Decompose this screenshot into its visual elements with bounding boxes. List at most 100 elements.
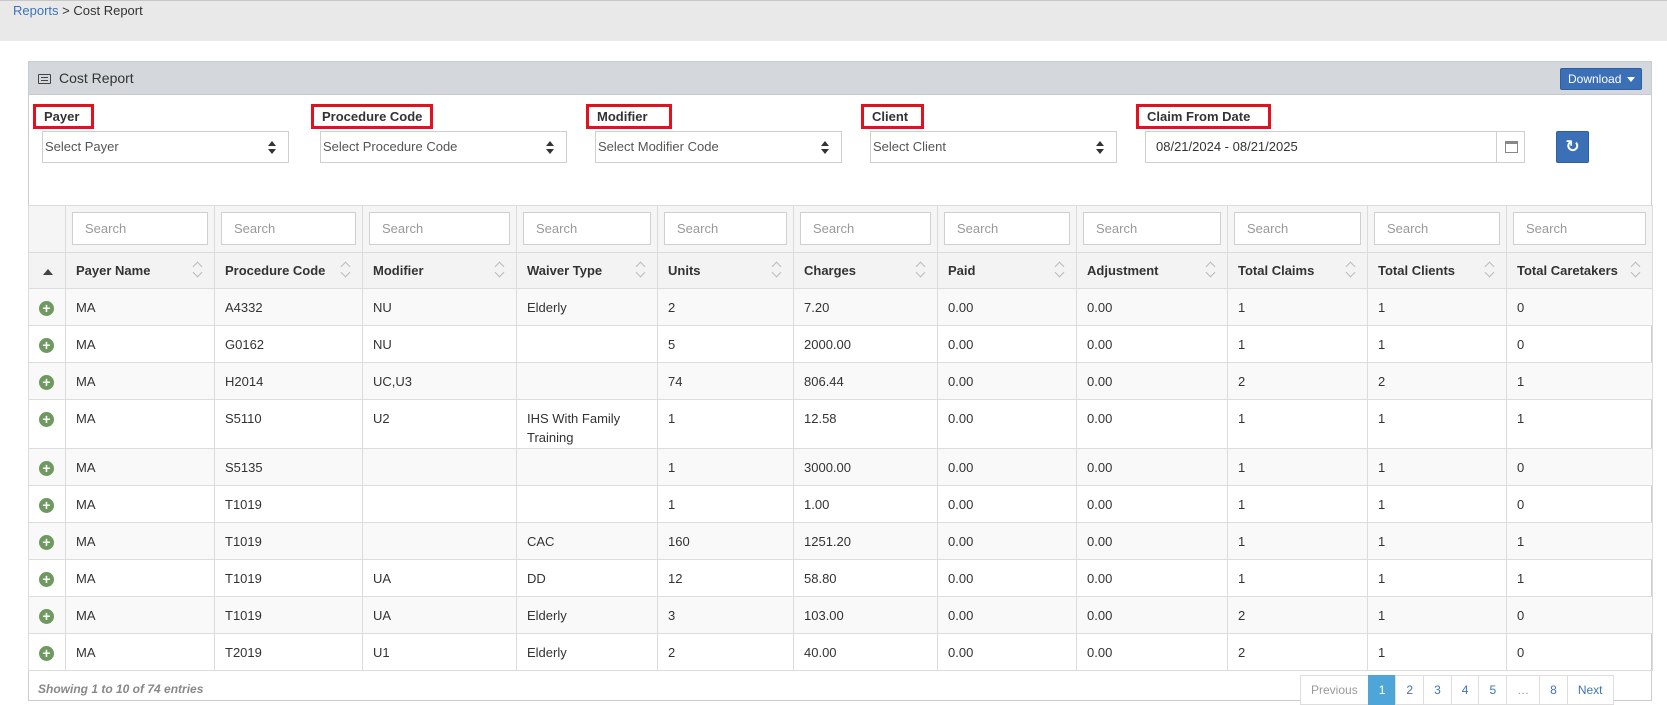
- cell-total-caretakers: 0: [1506, 485, 1653, 523]
- expand-cell: +: [28, 288, 66, 326]
- expand-cell: +: [28, 596, 66, 634]
- breadcrumb-reports-link[interactable]: Reports: [13, 3, 59, 18]
- cell-waiver-type: Elderly: [516, 288, 658, 326]
- payer-select[interactable]: Select Payer: [42, 131, 289, 163]
- plus-circle-icon[interactable]: +: [39, 338, 54, 353]
- pagination-next[interactable]: Next: [1566, 675, 1614, 705]
- column-header-charges[interactable]: Charges: [793, 252, 938, 289]
- cell-procedure-code: T1019: [214, 596, 363, 634]
- adjustment-search[interactable]: Search: [1083, 212, 1221, 245]
- cell-units: 74: [657, 362, 794, 400]
- column-header-waiver-type[interactable]: Waiver Type: [516, 252, 658, 289]
- column-header-procedure-code[interactable]: Procedure Code: [214, 252, 363, 289]
- cell-payer-name: MA: [65, 485, 215, 523]
- total-caretakers-search[interactable]: Search: [1513, 212, 1646, 245]
- modifier-search[interactable]: Search: [369, 212, 510, 245]
- cell-paid: 0.00: [937, 596, 1077, 634]
- cell-adjustment: 0.00: [1076, 448, 1228, 486]
- cell-charges: 806.44: [793, 362, 938, 400]
- cell-adjustment: 0.00: [1076, 485, 1228, 523]
- table-row: + MA S5110 U2 IHS With Family Training 1 12.58…: [28, 399, 1653, 449]
- pagination-page[interactable]: 2: [1395, 675, 1425, 705]
- pagination-previous[interactable]: Previous: [1300, 675, 1369, 705]
- procedure-code-select[interactable]: Select Procedure Code: [320, 131, 567, 163]
- calendar-button[interactable]: [1496, 132, 1524, 162]
- cell-charges: 12.58: [793, 399, 938, 449]
- cell-total-claims: 1: [1227, 399, 1368, 449]
- plus-circle-icon[interactable]: +: [39, 461, 54, 476]
- table-icon: [38, 74, 51, 84]
- column-header-total-clients[interactable]: Total Clients: [1367, 252, 1507, 289]
- cell-procedure-code: T1019: [214, 522, 363, 560]
- pagination-page[interactable]: 4: [1450, 675, 1480, 705]
- panel-title: Cost Report: [59, 70, 134, 86]
- claim-date-range-input[interactable]: 08/21/2024 - 08/21/2025: [1145, 131, 1525, 163]
- sort-icon: [1631, 263, 1642, 278]
- column-header-payer-name[interactable]: Payer Name: [65, 252, 215, 289]
- cell-waiver-type: DD: [516, 559, 658, 597]
- pagination-page[interactable]: 5: [1478, 675, 1508, 705]
- table-row: + MA A4332 NU Elderly 2 7.20 0.00 0.00 1 1 0: [28, 288, 1653, 326]
- cell-total-claims: 1: [1227, 559, 1368, 597]
- plus-circle-icon[interactable]: +: [39, 412, 54, 427]
- cell-modifier: UA: [362, 559, 517, 597]
- cell-modifier: NU: [362, 325, 517, 363]
- cell-total-caretakers: 0: [1506, 596, 1653, 634]
- expand-cell: +: [28, 325, 66, 363]
- cell-units: 1: [657, 448, 794, 486]
- refresh-button[interactable]: ↻: [1556, 131, 1589, 163]
- cell-total-caretakers: 0: [1506, 633, 1653, 671]
- total-claims-search[interactable]: Search: [1234, 212, 1361, 245]
- expand-cell: +: [28, 559, 66, 597]
- payer-name-search[interactable]: Search: [72, 212, 208, 245]
- claim-date-range-text: 08/21/2024 - 08/21/2025: [1156, 139, 1298, 154]
- sort-arrows-icon: [1096, 141, 1104, 154]
- cell-total-clients: 1: [1367, 559, 1507, 597]
- plus-circle-icon[interactable]: +: [39, 572, 54, 587]
- cell-adjustment: 0.00: [1076, 522, 1228, 560]
- plus-circle-icon[interactable]: +: [39, 646, 54, 661]
- expand-column-header[interactable]: [28, 252, 66, 289]
- cell-total-caretakers: 0: [1506, 448, 1653, 486]
- charges-search[interactable]: Search: [800, 212, 931, 245]
- column-header-total-claims[interactable]: Total Claims: [1227, 252, 1368, 289]
- plus-circle-icon[interactable]: +: [39, 375, 54, 390]
- expand-cell: +: [28, 633, 66, 671]
- cell-total-claims: 1: [1227, 448, 1368, 486]
- total-clients-search[interactable]: Search: [1374, 212, 1500, 245]
- column-header-paid[interactable]: Paid: [937, 252, 1077, 289]
- pagination-page[interactable]: 1: [1367, 675, 1397, 705]
- plus-circle-icon[interactable]: +: [39, 535, 54, 550]
- cell-units: 12: [657, 559, 794, 597]
- column-header-row: Payer Name Procedure Code Modifier Waive…: [28, 252, 1653, 289]
- client-select[interactable]: Select Client: [870, 131, 1117, 163]
- cell-adjustment: 0.00: [1076, 559, 1228, 597]
- units-search[interactable]: Search: [664, 212, 787, 245]
- sort-icon: [1485, 263, 1496, 278]
- cell-payer-name: MA: [65, 362, 215, 400]
- plus-circle-icon[interactable]: +: [39, 498, 54, 513]
- download-button[interactable]: Download: [1560, 68, 1642, 90]
- plus-circle-icon[interactable]: +: [39, 301, 54, 316]
- paid-search[interactable]: Search: [944, 212, 1070, 245]
- modifier-select-text: Select Modifier Code: [598, 139, 719, 154]
- pagination-page[interactable]: 8: [1539, 675, 1568, 705]
- column-header-modifier[interactable]: Modifier: [362, 252, 517, 289]
- cell-modifier: [362, 485, 517, 523]
- top-bar: Reports > Cost Report: [0, 0, 1667, 41]
- cell-total-clients: 1: [1367, 633, 1507, 671]
- pagination-page[interactable]: 3: [1423, 675, 1452, 705]
- column-header-total-caretakers[interactable]: Total Caretakers: [1506, 252, 1653, 289]
- procedure-code-search[interactable]: Search: [221, 212, 356, 245]
- modifier-select[interactable]: Select Modifier Code: [595, 131, 842, 163]
- cell-total-clients: 1: [1367, 522, 1507, 560]
- expand-cell: +: [28, 448, 66, 486]
- cell-total-claims: 2: [1227, 633, 1368, 671]
- cell-procedure-code: T1019: [214, 485, 363, 523]
- plus-circle-icon[interactable]: +: [39, 609, 54, 624]
- column-header-adjustment[interactable]: Adjustment: [1076, 252, 1228, 289]
- column-header-units[interactable]: Units: [657, 252, 794, 289]
- waiver-type-search[interactable]: Search: [523, 212, 651, 245]
- breadcrumb-separator: >: [58, 3, 74, 18]
- cell-charges: 1251.20: [793, 522, 938, 560]
